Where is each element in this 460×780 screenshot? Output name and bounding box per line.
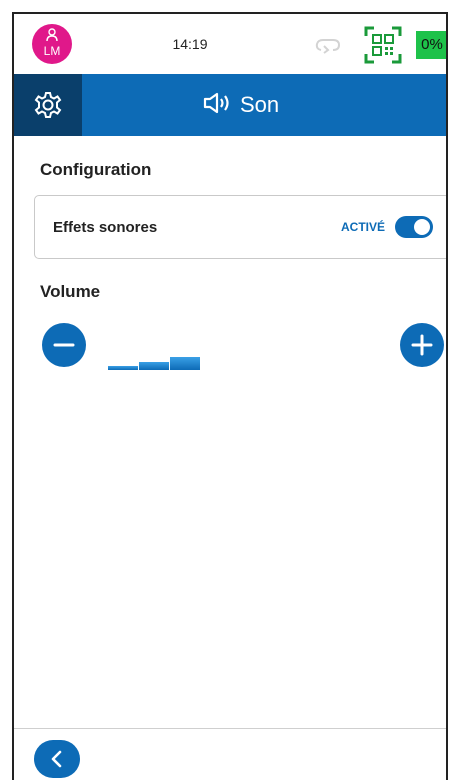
gear-icon bbox=[34, 92, 62, 118]
qr-code-icon[interactable] bbox=[364, 26, 402, 69]
avatar[interactable]: LM bbox=[32, 24, 72, 64]
volume-bar-1 bbox=[108, 366, 138, 370]
volume-increase-button[interactable] bbox=[400, 323, 444, 367]
status-bar: LM 14:19 0% bbox=[14, 14, 446, 74]
volume-bar-3 bbox=[170, 357, 200, 370]
plus-icon bbox=[411, 334, 433, 356]
sound-effects-card: Effets sonores ACTIVÉ bbox=[34, 195, 446, 259]
volume-level-indicator bbox=[108, 340, 202, 370]
configuration-heading: Configuration bbox=[40, 160, 152, 179]
footer-divider bbox=[14, 728, 446, 729]
speaker-icon bbox=[202, 92, 232, 120]
device-frame: LM 14:19 0% Son Configuration Effets son… bbox=[12, 12, 448, 780]
minus-icon bbox=[53, 343, 75, 347]
clock: 14:19 bbox=[172, 36, 208, 52]
sound-effects-state: ACTIVÉ bbox=[341, 220, 386, 234]
toggle-knob bbox=[414, 219, 430, 235]
volume-decrease-button[interactable] bbox=[42, 323, 86, 367]
volume-bar-2 bbox=[139, 362, 169, 370]
sound-effects-label: Effets sonores bbox=[53, 219, 158, 236]
chevron-left-icon bbox=[51, 750, 62, 768]
page-title-text: Son bbox=[240, 92, 280, 117]
settings-button[interactable] bbox=[14, 74, 82, 136]
back-button[interactable] bbox=[34, 740, 80, 778]
volume-heading: Volume bbox=[40, 282, 101, 301]
header-bar: Son bbox=[14, 74, 446, 136]
page-title: Son bbox=[202, 92, 279, 120]
sound-effects-toggle[interactable] bbox=[395, 216, 433, 238]
sync-icon bbox=[315, 36, 341, 59]
avatar-initials: LM bbox=[43, 44, 61, 58]
battery-indicator: 0% bbox=[416, 31, 446, 59]
